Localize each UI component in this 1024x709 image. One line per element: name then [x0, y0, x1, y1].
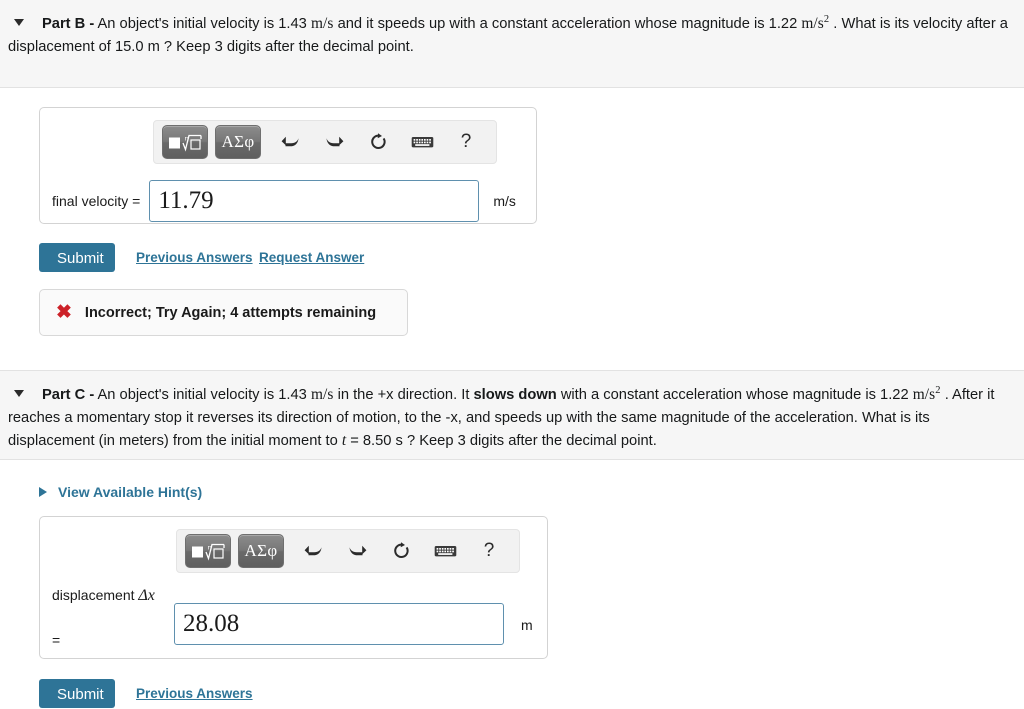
caret-down-icon[interactable]: [14, 390, 24, 398]
greek-symbols-button[interactable]: ΑΣφ: [215, 125, 261, 159]
reset-icon[interactable]: [386, 537, 416, 565]
part-b-label: Part B -: [42, 16, 95, 33]
part-c-toolbar: n ΑΣφ ?: [176, 529, 520, 573]
help-button[interactable]: ?: [474, 537, 504, 565]
part-c-field-label-equals: =: [52, 632, 61, 648]
part-c-bold-1: slows down: [473, 387, 557, 404]
part-c-math-1: m/s: [310, 386, 334, 404]
part-c-previous-answers-link[interactable]: Previous Answers: [136, 686, 253, 701]
part-b-submit-button[interactable]: Submit: [39, 243, 115, 272]
undo-icon[interactable]: [275, 128, 305, 156]
part-b-field-label: final velocity =: [52, 193, 141, 209]
part-c-text-5: = 8.50 s ? Keep 3 digits after the decim…: [346, 432, 657, 449]
part-b-math-1: m/s: [310, 15, 334, 33]
part-b-toolbar: n ΑΣφ ?: [153, 120, 497, 164]
caret-right-icon[interactable]: [39, 487, 47, 498]
template-icon: n: [169, 135, 202, 152]
part-b-question-text: Part B - An object's initial velocity is…: [8, 12, 1018, 58]
undo-icon[interactable]: [298, 537, 328, 565]
x-mark-icon: ✖: [56, 302, 72, 323]
part-b-feedback-banner: ✖ Incorrect; Try Again; 4 attempts remai…: [39, 289, 408, 336]
math-template-button[interactable]: n: [185, 534, 231, 568]
part-c-header-band: Part C - An object's initial velocity is…: [0, 370, 1024, 460]
part-c-text-1: An object's initial velocity is 1.43: [94, 387, 311, 404]
caret-down-icon[interactable]: [14, 19, 24, 27]
part-c-answer-card: n ΑΣφ ? displacement Δx = 28.08 m: [39, 516, 548, 659]
part-c-field-label-math: Δx: [138, 587, 155, 604]
part-c-question-text: Part C - An object's initial velocity is…: [8, 383, 1018, 452]
help-button[interactable]: ?: [451, 128, 481, 156]
reset-icon[interactable]: [363, 128, 393, 156]
part-b-feedback-text: Incorrect; Try Again; 4 attempts remaini…: [84, 304, 377, 321]
redo-icon[interactable]: [319, 128, 349, 156]
part-b-math-2: m/s2: [801, 14, 830, 33]
part-b-text-1: An object's initial velocity is 1.43: [94, 16, 311, 33]
part-c-text-2: in the +x direction. It: [333, 387, 474, 404]
final-velocity-input[interactable]: 11.79: [149, 180, 480, 222]
part-c-field-unit: m: [521, 617, 533, 633]
part-c-label: Part C -: [42, 387, 95, 404]
part-b-text-2: and it speeds up with a constant acceler…: [333, 16, 802, 33]
part-b-header-band: Part B - An object's initial velocity is…: [0, 0, 1024, 88]
math-template-button[interactable]: n: [162, 125, 208, 159]
template-icon: n: [192, 544, 225, 561]
redo-icon[interactable]: [342, 537, 372, 565]
part-b-answer-card: n ΑΣφ ? final velocity = 11.79 m/s: [39, 107, 537, 224]
displacement-input[interactable]: 28.08: [174, 603, 504, 645]
part-b-field-unit: m/s: [493, 193, 516, 209]
view-available-hints-link[interactable]: View Available Hint(s): [58, 484, 202, 500]
part-c-field-label-text: displacement: [52, 587, 139, 603]
part-b-request-answer-link[interactable]: Request Answer: [259, 250, 364, 265]
greek-symbols-button[interactable]: ΑΣφ: [238, 534, 284, 568]
part-c-text-3: with a constant acceleration whose magni…: [556, 387, 913, 404]
part-c-field-label: displacement Δx =: [52, 587, 177, 648]
keyboard-icon[interactable]: [407, 128, 437, 156]
part-b-field-row: final velocity = 11.79 m/s: [52, 180, 530, 222]
part-c-submit-button[interactable]: Submit: [39, 679, 115, 708]
view-hints-row[interactable]: View Available Hint(s): [39, 484, 202, 501]
keyboard-icon[interactable]: [430, 537, 460, 565]
part-b-previous-answers-link[interactable]: Previous Answers: [136, 250, 253, 265]
part-c-math-2: m/s2: [912, 385, 941, 404]
